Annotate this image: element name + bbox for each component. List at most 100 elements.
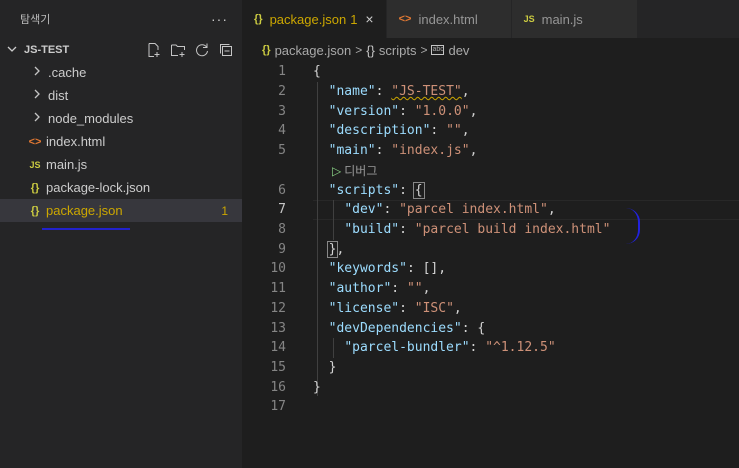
code-text: }: [313, 379, 321, 395]
workspace-section-header[interactable]: JS-TEST: [0, 39, 242, 61]
chevron-right-icon: [30, 66, 44, 79]
code-line: 7 "dev": "parcel index.html",: [242, 200, 739, 220]
code-line: 9 },: [242, 239, 739, 259]
line-number: 13: [270, 320, 286, 336]
code-text: {: [313, 64, 321, 80]
code-text: "build": "parcel build index.html": [344, 222, 611, 238]
tab-label: main.js: [541, 11, 583, 27]
line-number: 2: [278, 84, 286, 100]
code-line: 2 "name": "JS-TEST",: [242, 82, 739, 102]
code-text: "parcel-bundler": "^1.12.5": [344, 340, 556, 356]
code-text: "name": "JS-TEST",: [328, 84, 470, 100]
editor-tab-bar: {} package.json 1 × <> index.html JS mai…: [242, 0, 739, 38]
code-line: 10 "keywords": [],: [242, 259, 739, 279]
collapse-all-icon[interactable]: [218, 42, 234, 58]
tab-label: index.html: [418, 11, 478, 27]
js-file-icon: JS: [523, 14, 535, 24]
code-editor[interactable]: 1 { 2 "name": "JS-TEST", 3 "version": "1…: [242, 62, 739, 468]
code-text: "scripts": {: [328, 181, 425, 199]
hand-drawn-underline: [42, 228, 130, 230]
code-text: "author": "",: [328, 281, 431, 297]
object-icon: {}: [366, 42, 375, 58]
code-text: "description": "",: [328, 123, 470, 139]
tree-item-label: main.js: [46, 157, 88, 172]
line-number: 4: [278, 123, 286, 139]
tree-file-package-lock-json[interactable]: {} package-lock.json: [0, 176, 242, 199]
json-string: "": [406, 281, 423, 297]
close-icon[interactable]: ×: [365, 11, 373, 27]
chevron-right-icon: [30, 112, 44, 125]
code-text: "version": "1.0.0",: [328, 103, 478, 119]
chevron-down-icon: [4, 44, 20, 57]
breadcrumb-dev[interactable]: dev: [448, 43, 469, 58]
json-string: "1.0.0": [414, 103, 470, 119]
code-text: }: [313, 359, 337, 375]
code-text: },: [326, 240, 345, 258]
code-line: 6 "scripts": {: [242, 180, 739, 200]
tab-main-js[interactable]: JS main.js: [511, 0, 638, 38]
json-string: "parcel index.html": [399, 202, 548, 218]
json-file-icon: {}: [254, 13, 263, 25]
html-file-icon: <>: [28, 135, 42, 148]
json-file-icon: {}: [30, 204, 40, 217]
code-line: 17: [242, 397, 739, 417]
line-number: 5: [278, 143, 286, 159]
tree-item-label: .cache: [48, 65, 87, 80]
breadcrumb-file[interactable]: package.json: [275, 43, 352, 58]
tree-file-index-html[interactable]: <> index.html: [0, 130, 242, 153]
new-file-icon[interactable]: [146, 42, 162, 58]
json-key: "dev": [344, 202, 384, 218]
json-string: "parcel build index.html": [414, 222, 611, 238]
explorer-sidebar: 탐색기 ··· JS-TEST .cache dist node_modules…: [0, 0, 242, 468]
json-file-icon: {}: [30, 181, 40, 194]
tree-item-label: dist: [48, 88, 69, 103]
debug-code-lens[interactable]: ▷ 디버그: [332, 162, 377, 179]
new-folder-icon[interactable]: [170, 42, 186, 58]
breadcrumb-scripts[interactable]: scripts: [379, 43, 417, 58]
chevron-right-icon: [30, 89, 44, 102]
html-file-icon: <>: [398, 13, 412, 25]
line-number: 14: [270, 340, 286, 356]
code-line: 5 "main": "index.js",: [242, 141, 739, 161]
tree-folder-dist[interactable]: dist: [0, 84, 242, 107]
breadcrumb-separator: >: [420, 43, 428, 57]
line-number: 11: [270, 281, 286, 297]
explorer-header: 탐색기 ···: [0, 0, 242, 38]
json-string: "JS-TEST": [391, 84, 462, 100]
more-actions-icon[interactable]: ···: [211, 11, 228, 27]
code-line: 14 "parcel-bundler": "^1.12.5": [242, 338, 739, 358]
tree-item-label: node_modules: [48, 111, 134, 126]
tree-file-main-js[interactable]: JS main.js: [0, 153, 242, 176]
tree-file-package-json[interactable]: {} package.json 1: [0, 199, 242, 222]
code-text: "main": "index.js",: [328, 143, 478, 159]
string-property-icon: abc: [431, 45, 445, 55]
code-text: "keywords": [],: [328, 261, 447, 277]
code-line: 12 "license": "ISC",: [242, 299, 739, 319]
tree-folder-cache[interactable]: .cache: [0, 61, 242, 84]
json-key: "scripts": [328, 182, 400, 198]
json-key: "keywords": [328, 261, 407, 277]
line-number: 17: [270, 399, 286, 415]
line-number: 12: [270, 300, 286, 316]
tab-index-html[interactable]: <> index.html: [386, 0, 512, 38]
code-text: "license": "ISC",: [328, 300, 462, 316]
tab-package-json[interactable]: {} package.json 1 ×: [242, 0, 387, 38]
refresh-icon[interactable]: [194, 42, 210, 58]
line-number: 16: [270, 379, 286, 395]
line-number: 8: [278, 222, 286, 238]
code-line: 11 "author": "",: [242, 279, 739, 299]
tree-item-label: package-lock.json: [46, 180, 151, 195]
breadcrumb-separator: >: [355, 43, 363, 57]
tab-label: package.json: [269, 11, 347, 27]
code-line: 4 "description": "",: [242, 121, 739, 141]
breadcrumb: {} package.json > {} scripts > abc dev: [242, 38, 739, 62]
json-string: "ISC": [414, 300, 454, 316]
line-number: 9: [278, 241, 286, 257]
code-text: "devDependencies": {: [328, 320, 486, 336]
code-line: 3 "version": "1.0.0",: [242, 101, 739, 121]
json-key: "name": [328, 84, 376, 100]
tree-folder-node-modules[interactable]: node_modules: [0, 107, 242, 130]
code-line: 1 {: [242, 62, 739, 82]
json-key: "main": [328, 143, 376, 159]
workspace-name: JS-TEST: [24, 44, 70, 56]
